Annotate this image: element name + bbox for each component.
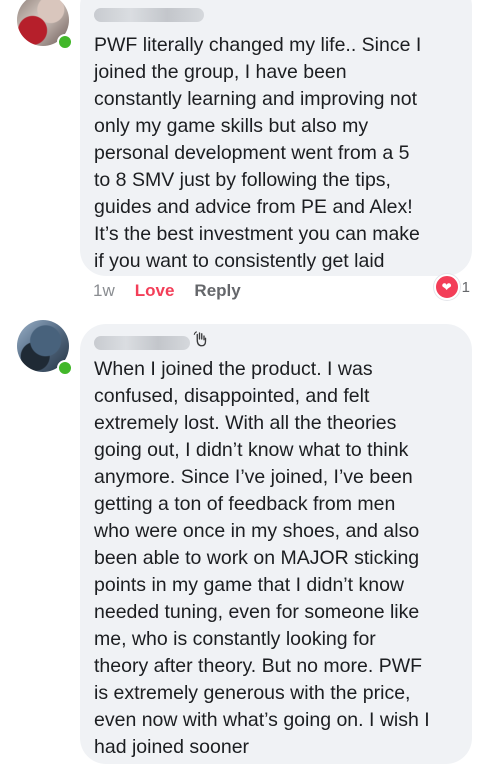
comment-line: It’s the best investment you can make <box>94 223 420 245</box>
comment-line: guides and advice from PE and Alex! <box>94 196 413 218</box>
reaction-summary[interactable]: ❤ 1 <box>433 274 470 300</box>
comment-line: personal development went from a 5 <box>94 142 410 164</box>
comment-line: if you want to consistently get laid <box>94 250 385 272</box>
comment-meta: 1w Love Reply <box>93 281 241 301</box>
comment-line: is extremely generous with the price, <box>94 682 411 704</box>
comment-line: going out, I didn’t know what to think <box>94 439 409 461</box>
love-reaction-button[interactable]: Love <box>135 281 175 301</box>
comment-line: anymore. Since I’ve joined, I’ve been <box>94 466 413 488</box>
comment-bubble: PWF literally changed my life.. Since I … <box>80 0 472 276</box>
comment-line: When I joined the product. I was <box>94 358 373 380</box>
comment-line: needed tuning, even for someone like <box>94 601 420 623</box>
comment-line: had joined sooner <box>94 736 250 758</box>
reaction-count: 1 <box>461 278 470 296</box>
commenter-name-redacted[interactable] <box>94 336 190 350</box>
reply-button[interactable]: Reply <box>194 281 240 301</box>
comment-line: getting a ton of feedback from men <box>94 493 396 515</box>
commenter-name-redacted[interactable] <box>94 8 204 22</box>
comment-1: PWF literally changed my life.. Since I … <box>0 0 500 310</box>
online-status-icon <box>57 360 73 376</box>
timestamp[interactable]: 1w <box>93 281 115 301</box>
heart-icon: ❤ <box>433 274 460 300</box>
comment-line: points in my game that I didn’t know <box>94 574 404 596</box>
comment-line: theory after theory. But no more. PWF <box>94 655 423 677</box>
comment-line: been able to work on MAJOR sticking <box>94 547 420 569</box>
comment-line: only my game skills but also my <box>94 115 369 137</box>
comment-line: to 8 SMV just by following the tips, <box>94 169 391 191</box>
comment-line: constantly learning and improving not <box>94 88 418 110</box>
comment-line: joined the group, I have been <box>94 61 347 83</box>
comment-text: When I joined the product. I was confuse… <box>94 356 462 761</box>
online-status-icon <box>57 34 73 50</box>
comment-line: who were once in my shoes, and also <box>94 520 420 542</box>
comment-bubble: When I joined the product. I was confuse… <box>80 324 472 764</box>
comment-line: me, who is constantly looking for <box>94 628 376 650</box>
waving-hand-icon <box>193 331 207 347</box>
comment-2: When I joined the product. I was confuse… <box>0 320 500 764</box>
comment-line: even now with what’s going on. I wish I <box>94 709 430 731</box>
comment-line: extremely lost. With all the theories <box>94 412 397 434</box>
comment-text: PWF literally changed my life.. Since I … <box>94 32 462 275</box>
comment-line: PWF literally changed my life.. Since I <box>94 34 422 56</box>
comment-line: confused, disappointed, and felt <box>94 385 370 407</box>
